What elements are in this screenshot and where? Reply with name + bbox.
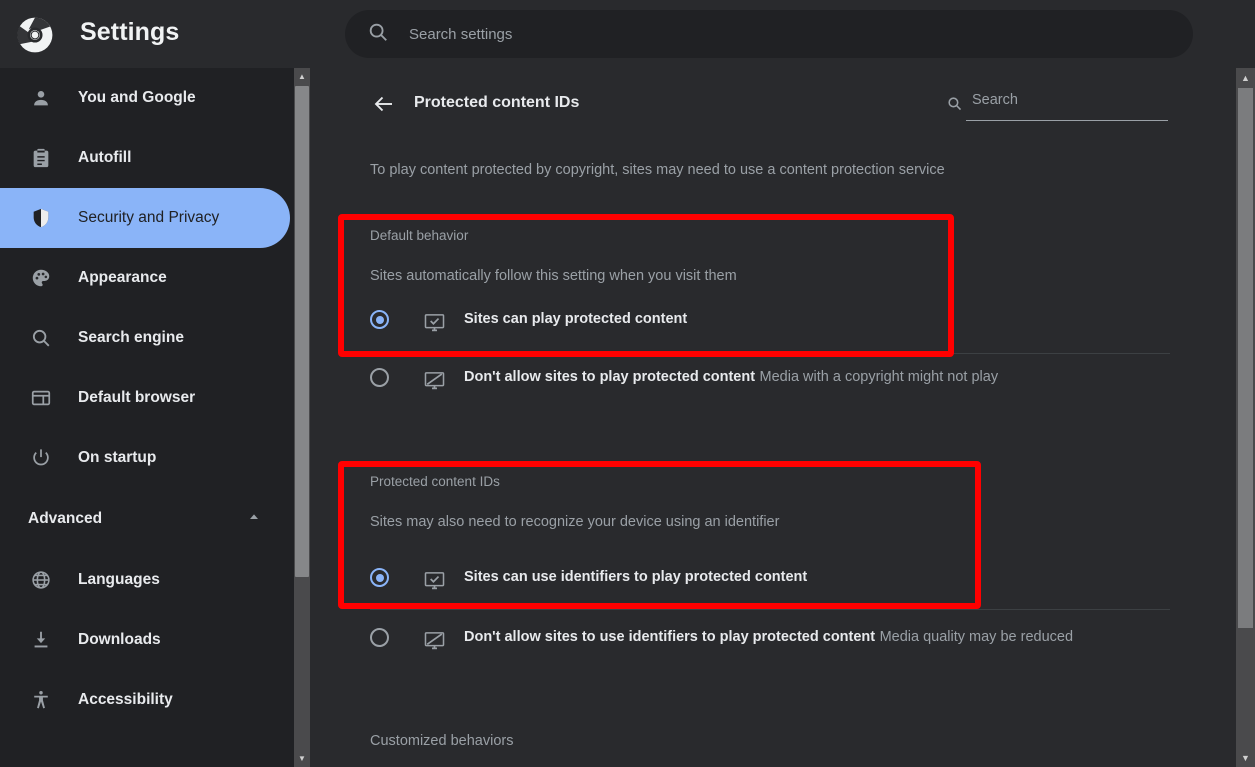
chevron-up-icon xyxy=(246,509,262,530)
option-sites-can-play-protected-content[interactable]: Sites can play protected content xyxy=(370,310,687,334)
sidebar-item-appearance[interactable]: Appearance xyxy=(0,248,290,308)
sidebar-scrollbar[interactable]: ▲ ▼ xyxy=(294,68,310,767)
sidebar-advanced-toggle[interactable]: Advanced xyxy=(0,488,292,550)
option-sublabel: Media with a copyright might not play xyxy=(759,369,999,385)
sidebar-item-languages[interactable]: Languages xyxy=(0,550,290,610)
page-description: To play content protected by copyright, … xyxy=(370,162,945,178)
sidebar-item-default-browser[interactable]: Default browser xyxy=(0,368,290,428)
page-search-box[interactable]: Search xyxy=(940,92,1172,122)
power-icon xyxy=(28,445,54,471)
sidebar-item-on-startup[interactable]: On startup xyxy=(0,428,290,488)
option-sublabel: Media quality may be reduced xyxy=(879,629,1074,645)
scroll-up-arrow-icon[interactable]: ▲ xyxy=(294,68,310,85)
sidebar-item-you-and-google[interactable]: You and Google xyxy=(0,68,290,128)
default-behavior-title: Default behavior xyxy=(370,228,469,243)
search-icon xyxy=(946,95,963,117)
section-divider xyxy=(370,353,1170,354)
option-dont-allow-identifiers[interactable]: Don't allow sites to use identifiers to … xyxy=(370,628,1073,652)
main-content: Protected content IDs Search To play con… xyxy=(310,68,1236,767)
scroll-up-arrow-icon[interactable]: ▲ xyxy=(1236,68,1255,87)
download-icon xyxy=(28,627,54,653)
sidebar-item-accessibility[interactable]: Accessibility xyxy=(0,670,290,730)
sidebar-item-search-engine[interactable]: Search engine xyxy=(0,308,290,368)
sidebar-item-label: Appearance xyxy=(78,269,167,286)
sidebar-item-label: On startup xyxy=(78,449,157,466)
monitor-off-icon xyxy=(422,628,446,652)
sidebar-item-label: Autofill xyxy=(78,149,132,166)
globe-icon xyxy=(28,567,54,593)
sidebar-item-label: You and Google xyxy=(78,89,196,106)
app-title: Settings xyxy=(80,18,180,46)
browser-window-icon xyxy=(28,385,54,411)
monitor-check-icon xyxy=(422,310,446,334)
sidebar-item-downloads[interactable]: Downloads xyxy=(0,610,290,670)
customized-behaviors-title: Customized behaviors xyxy=(370,733,514,749)
sidebar-item-label: Languages xyxy=(78,571,160,588)
monitor-check-icon xyxy=(422,568,446,592)
protected-content-ids-subtitle: Sites may also need to recognize your de… xyxy=(370,514,780,530)
main-scrollbar-thumb[interactable] xyxy=(1238,88,1253,628)
radio-button[interactable] xyxy=(370,568,389,587)
option-texts: Sites can play protected content xyxy=(464,310,687,329)
clipboard-icon xyxy=(28,145,54,171)
chrome-logo-icon xyxy=(16,16,54,54)
sidebar-scrollbar-thumb[interactable] xyxy=(295,86,309,577)
protected-content-ids-title: Protected content IDs xyxy=(370,474,500,489)
page-title: Protected content IDs xyxy=(414,94,580,111)
person-icon xyxy=(28,85,54,111)
top-bar: Settings Search settings xyxy=(0,0,1255,68)
option-sites-can-use-identifiers[interactable]: Sites can use identifiers to play protec… xyxy=(370,568,807,592)
option-label: Sites can use identifiers to play protec… xyxy=(464,569,808,585)
back-arrow-icon[interactable] xyxy=(370,90,398,118)
page-header: Protected content IDs Search xyxy=(310,68,1236,140)
sidebar-item-label: Downloads xyxy=(78,631,161,648)
shield-icon xyxy=(28,205,54,231)
default-behavior-subtitle: Sites automatically follow this setting … xyxy=(370,268,737,284)
option-texts: Don't allow sites to use identifiers to … xyxy=(464,628,1073,647)
option-label: Sites can play protected content xyxy=(464,311,688,327)
palette-icon xyxy=(28,265,54,291)
sidebar-advanced-label: Advanced xyxy=(28,510,103,527)
magnifier-icon xyxy=(28,325,54,351)
accessibility-icon xyxy=(28,687,54,713)
main-scrollbar[interactable]: ▲ ▼ xyxy=(1236,68,1255,767)
scroll-down-arrow-icon[interactable]: ▼ xyxy=(294,750,310,767)
sidebar-item-label: Default browser xyxy=(78,389,196,406)
sidebar-item-label: Accessibility xyxy=(78,691,173,708)
option-label: Don't allow sites to use identifiers to … xyxy=(464,629,876,645)
sidebar-item-security-and-privacy[interactable]: Security and Privacy xyxy=(0,188,290,248)
option-texts: Don't allow sites to play protected cont… xyxy=(464,368,998,387)
option-dont-allow-sites-to-play-protected-content[interactable]: Don't allow sites to play protected cont… xyxy=(370,368,998,392)
global-search-placeholder: Search settings xyxy=(409,25,513,43)
sidebar-item-label: Search engine xyxy=(78,329,184,346)
page-search-placeholder: Search xyxy=(972,92,1018,108)
global-search-box[interactable]: Search settings xyxy=(345,10,1193,58)
radio-button[interactable] xyxy=(370,368,389,387)
scroll-down-arrow-icon[interactable]: ▼ xyxy=(1236,748,1255,767)
option-texts: Sites can use identifiers to play protec… xyxy=(464,568,807,587)
radio-button[interactable] xyxy=(370,628,389,647)
monitor-off-icon xyxy=(422,368,446,392)
search-icon xyxy=(367,21,389,48)
page-search-underline xyxy=(966,120,1168,121)
sidebar-item-autofill[interactable]: Autofill xyxy=(0,128,290,188)
radio-button[interactable] xyxy=(370,310,389,329)
sidebar-item-label: Security and Privacy xyxy=(78,209,220,226)
sidebar: You and Google Autofill Security and Pri… xyxy=(0,68,292,767)
option-label: Don't allow sites to play protected cont… xyxy=(464,369,756,385)
section-divider xyxy=(370,609,1170,610)
